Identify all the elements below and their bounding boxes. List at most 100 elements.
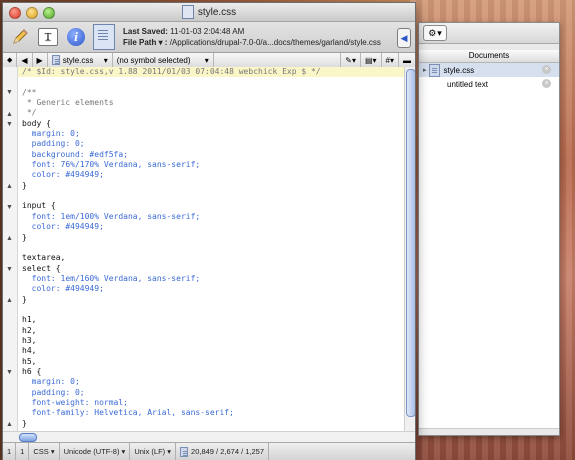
vertical-scrollbar[interactable] [404, 67, 415, 431]
line-endings-popup[interactable]: Unix (LF) ▾ [130, 443, 177, 460]
fold-triangle-icon[interactable]: ▼ [6, 369, 13, 376]
fold-triangle-icon[interactable]: ▼ [6, 266, 13, 273]
document-label: style.css [443, 65, 475, 75]
file-path-value: /Applications/drupal-7.0-0/a...docs/them… [169, 38, 381, 47]
gear-icon: ⚙ [428, 27, 437, 38]
code-line[interactable]: select { [18, 264, 404, 274]
css-file-icon [428, 63, 440, 77]
minimize-window-button[interactable] [26, 7, 38, 19]
fold-triangle-icon[interactable]: ▼ [6, 204, 13, 211]
code-line[interactable]: } [18, 295, 404, 305]
code-line[interactable]: color: #494949; [18, 222, 404, 232]
info-button[interactable]: i [65, 26, 87, 48]
document-counts: 20,849 / 2,674 / 1,257 [191, 447, 265, 456]
code-line[interactable]: color: #494949; [18, 284, 404, 294]
file-popup-label: style.css [62, 55, 94, 65]
editor-window: style.css T̲ i Last Saved: 11-01-03 2:04… [2, 2, 416, 460]
fold-triangle-icon[interactable]: ▲ [6, 183, 13, 190]
file-metadata: Last Saved: 11-01-03 2:04:48 AM File Pat… [123, 26, 381, 48]
fold-triangle-icon[interactable]: ▼ [6, 89, 13, 96]
line-number[interactable]: 1 [3, 443, 17, 460]
horizontal-scrollbar[interactable] [3, 431, 415, 442]
markers-button[interactable]: ✎▾ [340, 53, 360, 67]
disclosure-triangle-icon[interactable]: ▸ [423, 66, 427, 74]
window-title: style.css [197, 6, 237, 18]
documents-list: ▸ style.css × untitled text × [419, 63, 559, 429]
includes-button[interactable]: ▤▾ [359, 53, 381, 67]
code-line[interactable] [18, 191, 404, 201]
code-line[interactable]: background: #edf5fa; [18, 150, 404, 160]
pencil-button[interactable] [9, 26, 31, 48]
counterpart-button[interactable]: #▾ [380, 53, 398, 67]
back-button[interactable]: ◀ [17, 53, 33, 67]
toggle-drawer-button[interactable]: ◀ [397, 28, 411, 48]
code-line[interactable]: font-family: Helvetica, Arial, sans-seri… [18, 408, 404, 418]
code-line[interactable] [18, 77, 404, 87]
code-line[interactable]: h1, [18, 315, 404, 325]
code-line[interactable] [18, 305, 404, 315]
fold-triangle-icon[interactable]: ▲ [6, 421, 13, 428]
fold-triangle-icon[interactable]: ▲ [6, 111, 13, 118]
zoom-window-button[interactable] [43, 7, 55, 19]
symbol-popup[interactable]: (no symbol selected) ▾ [113, 53, 214, 67]
code-line[interactable]: */ [18, 108, 404, 118]
code-line[interactable]: } [18, 419, 404, 429]
close-window-button[interactable] [9, 7, 21, 19]
chevron-down-icon: ▾ [437, 27, 442, 38]
code-editor[interactable]: ▼ ▲ ▼ ▲ ▼ ▲ ▼ ▲ ▼ ▲ /* $Id: style.css,v … [3, 67, 415, 431]
documents-drawer: ⚙ ▾ Documents ▸ style.css × untitled text… [418, 22, 560, 436]
fold-triangle-icon[interactable]: ▲ [6, 297, 13, 304]
code-text[interactable]: /* $Id: style.css,v 1.88 2011/01/03 07:0… [18, 67, 404, 431]
code-line[interactable]: h3, [18, 336, 404, 346]
document-item-untitled[interactable]: untitled text × [419, 77, 559, 91]
nav-menu-button[interactable]: ◆ [3, 53, 18, 67]
code-line[interactable]: padding: 0; [18, 139, 404, 149]
code-line[interactable]: * Generic elements [18, 98, 404, 108]
fold-triangle-icon[interactable]: ▲ [6, 235, 13, 242]
code-line[interactable]: input { [18, 201, 404, 211]
code-line[interactable]: font: 1em/100% Verdana, sans-serif; [18, 212, 404, 222]
code-line[interactable]: h6 { [18, 367, 404, 377]
code-line[interactable]: margin: 0; [18, 377, 404, 387]
document-item-style-css[interactable]: ▸ style.css × [419, 63, 559, 77]
chevron-down-icon: ▾ [204, 55, 209, 65]
title-bar[interactable]: style.css [3, 3, 415, 22]
code-line[interactable]: h5, [18, 357, 404, 367]
forward-button[interactable]: ▶ [33, 53, 48, 67]
language-popup[interactable]: CSS ▾ [29, 443, 60, 460]
code-line[interactable]: color: #494949; [18, 170, 404, 180]
document-proxy-icon[interactable] [181, 5, 194, 19]
file-path-label[interactable]: File Path ▾ : [123, 38, 167, 47]
code-line[interactable]: body { [18, 119, 404, 129]
code-line[interactable]: font: 1em/160% Verdana, sans-serif; [18, 274, 404, 284]
code-line[interactable]: /** [18, 88, 404, 98]
symbol-popup-label: (no symbol selected) [116, 55, 191, 65]
info-icon: i [67, 28, 85, 46]
text-format-icon: T̲ [38, 28, 58, 46]
code-line[interactable]: padding: 0; [18, 388, 404, 398]
code-line[interactable]: /* $Id: style.css,v 1.88 2011/01/03 07:0… [18, 67, 404, 78]
vertical-scroll-thumb[interactable] [406, 69, 415, 417]
encoding-popup[interactable]: Unicode (UTF-8) ▾ [60, 443, 131, 460]
column-number[interactable]: 1 [16, 443, 30, 460]
close-document-icon[interactable]: × [542, 79, 551, 88]
code-line[interactable]: h4, [18, 346, 404, 356]
status-bar: 1 1 CSS ▾ Unicode (UTF-8) ▾ Unix (LF) ▾ … [3, 442, 415, 460]
split-button[interactable]: ▬ [398, 53, 415, 67]
horizontal-scroll-thumb[interactable] [19, 433, 37, 442]
code-line[interactable]: } [18, 233, 404, 243]
code-line[interactable]: h2, [18, 326, 404, 336]
text-options-button[interactable]: T̲ [37, 26, 59, 48]
file-popup[interactable]: style.css ▾ [48, 53, 113, 67]
code-line[interactable]: font: 76%/170% Verdana, sans-serif; [18, 160, 404, 170]
code-line[interactable]: } [18, 181, 404, 191]
documents-header: Documents [419, 50, 559, 63]
pencil-icon [11, 28, 29, 46]
code-line[interactable]: margin: 0; [18, 129, 404, 139]
fold-triangle-icon[interactable]: ▼ [6, 121, 13, 128]
gear-menu-button[interactable]: ⚙ ▾ [423, 25, 447, 41]
code-line[interactable]: font-weight: normal; [18, 398, 404, 408]
close-document-icon[interactable]: × [542, 65, 551, 74]
code-line[interactable] [18, 243, 404, 253]
code-line[interactable]: textarea, [18, 253, 404, 263]
